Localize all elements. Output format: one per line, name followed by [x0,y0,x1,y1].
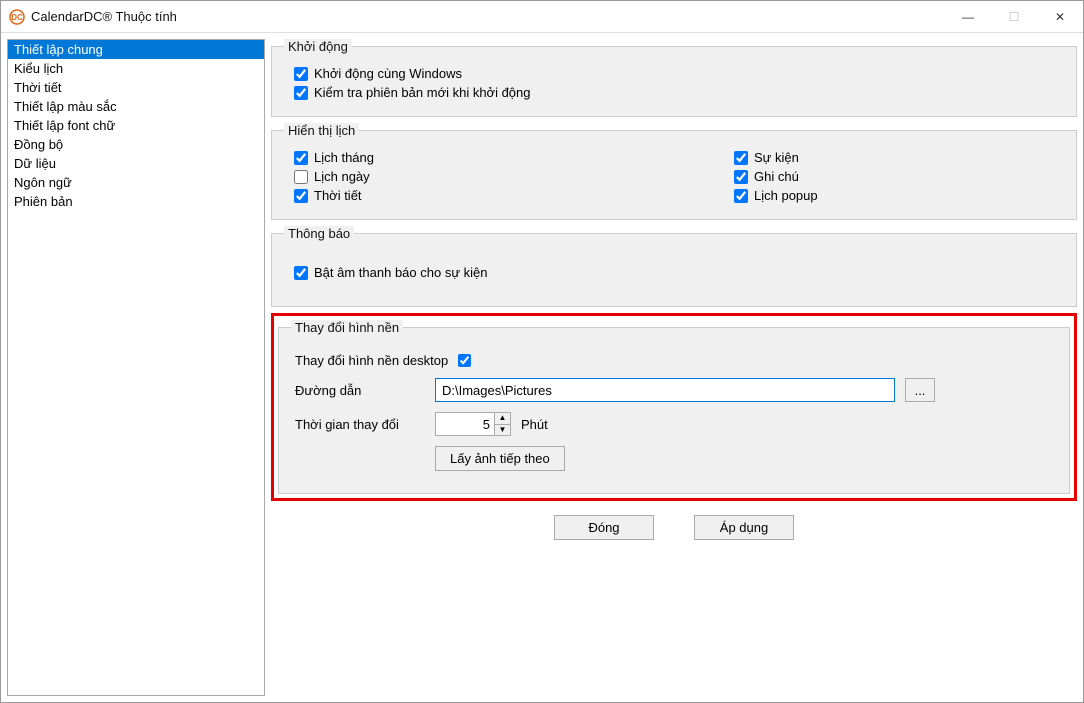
chk-month-calendar-box[interactable] [294,151,308,165]
chk-weather-box[interactable] [294,189,308,203]
chk-notes-label: Ghi chú [754,169,799,184]
interval-unit: Phút [521,417,548,432]
group-wallpaper-legend: Thay đổi hình nền [291,320,403,335]
titlebar: DC CalendarDC® Thuộc tính — ☐ ✕ [1,1,1083,33]
chk-events-label: Sự kiện [754,150,799,165]
group-display: Hiển thị lịch Lịch tháng Lịch ngày Thời … [271,123,1077,220]
chk-check-update-label: Kiểm tra phiên bản mới khi khởi động [314,85,531,100]
sidebar-item-5[interactable]: Đồng bộ [8,135,264,154]
maximize-button: ☐ [991,1,1037,33]
chk-sound[interactable]: Bật âm thanh báo cho sự kiện [294,265,1064,280]
sidebar: Thiết lập chungKiểu lịchThời tiếtThiết l… [7,39,265,696]
chk-start-with-windows-box[interactable] [294,67,308,81]
chk-sound-label: Bật âm thanh báo cho sự kiện [314,265,487,280]
chk-month-calendar-label: Lịch tháng [314,150,374,165]
chk-start-with-windows[interactable]: Khởi động cùng Windows [294,66,1064,81]
window-title: CalendarDC® Thuộc tính [31,9,177,24]
minimize-button[interactable]: — [945,1,991,33]
chk-popup-calendar-box[interactable] [734,189,748,203]
sidebar-item-4[interactable]: Thiết lập font chữ [8,116,264,135]
group-notify-legend: Thông báo [284,226,354,241]
group-startup: Khởi động Khởi động cùng Windows Kiểm tr… [271,39,1077,117]
interval-spinner[interactable]: ▲ ▼ [435,412,511,436]
close-dialog-button[interactable]: Đóng [554,515,654,540]
sidebar-item-7[interactable]: Ngôn ngữ [8,173,264,192]
interval-input[interactable] [435,412,495,436]
sidebar-item-1[interactable]: Kiểu lịch [8,59,264,78]
sidebar-item-6[interactable]: Dữ liệu [8,154,264,173]
window-controls: — ☐ ✕ [945,1,1083,33]
chk-weather[interactable]: Thời tiết [294,188,714,203]
group-display-legend: Hiển thị lịch [284,123,359,138]
path-label: Đường dẫn [295,383,425,398]
chk-day-calendar[interactable]: Lịch ngày [294,169,714,184]
interval-label: Thời gian thay đổi [295,417,425,432]
path-input[interactable] [435,378,895,402]
sidebar-item-8[interactable]: Phiên bản [8,192,264,211]
spinner-down-icon[interactable]: ▼ [495,425,510,436]
chk-popup-calendar[interactable]: Lịch popup [734,188,1064,203]
close-button[interactable]: ✕ [1037,1,1083,33]
chk-day-calendar-label: Lịch ngày [314,169,370,184]
chk-events[interactable]: Sự kiện [734,150,1064,165]
browse-button[interactable]: ... [905,378,935,402]
chk-popup-calendar-label: Lịch popup [754,188,818,203]
spinner-up-icon[interactable]: ▲ [495,413,510,425]
chk-start-with-windows-label: Khởi động cùng Windows [314,66,462,81]
chk-day-calendar-box[interactable] [294,170,308,184]
highlight-box: Thay đổi hình nền Thay đổi hình nền desk… [271,313,1077,501]
next-image-button[interactable]: Lấy ảnh tiếp theo [435,446,565,471]
app-icon: DC [9,9,25,25]
chk-month-calendar[interactable]: Lịch tháng [294,150,714,165]
group-startup-legend: Khởi động [284,39,352,54]
sidebar-item-3[interactable]: Thiết lập màu sắc [8,97,264,116]
chk-change-wallpaper[interactable]: Thay đổi hình nền desktop [295,353,1057,368]
sidebar-item-2[interactable]: Thời tiết [8,78,264,97]
chk-check-update[interactable]: Kiểm tra phiên bản mới khi khởi động [294,85,1064,100]
chk-sound-box[interactable] [294,266,308,280]
chk-notes[interactable]: Ghi chú [734,169,1064,184]
svg-text:DC: DC [11,13,23,22]
chk-check-update-box[interactable] [294,86,308,100]
group-notify: Thông báo Bật âm thanh báo cho sự kiện [271,226,1077,307]
chk-events-box[interactable] [734,151,748,165]
chk-weather-label: Thời tiết [314,188,362,203]
chk-notes-box[interactable] [734,170,748,184]
chk-change-wallpaper-box[interactable] [458,354,471,367]
chk-change-wallpaper-label: Thay đổi hình nền desktop [295,353,448,368]
apply-button[interactable]: Áp dụng [694,515,794,540]
sidebar-item-0[interactable]: Thiết lập chung [8,40,264,59]
group-wallpaper: Thay đổi hình nền Thay đổi hình nền desk… [278,320,1070,494]
